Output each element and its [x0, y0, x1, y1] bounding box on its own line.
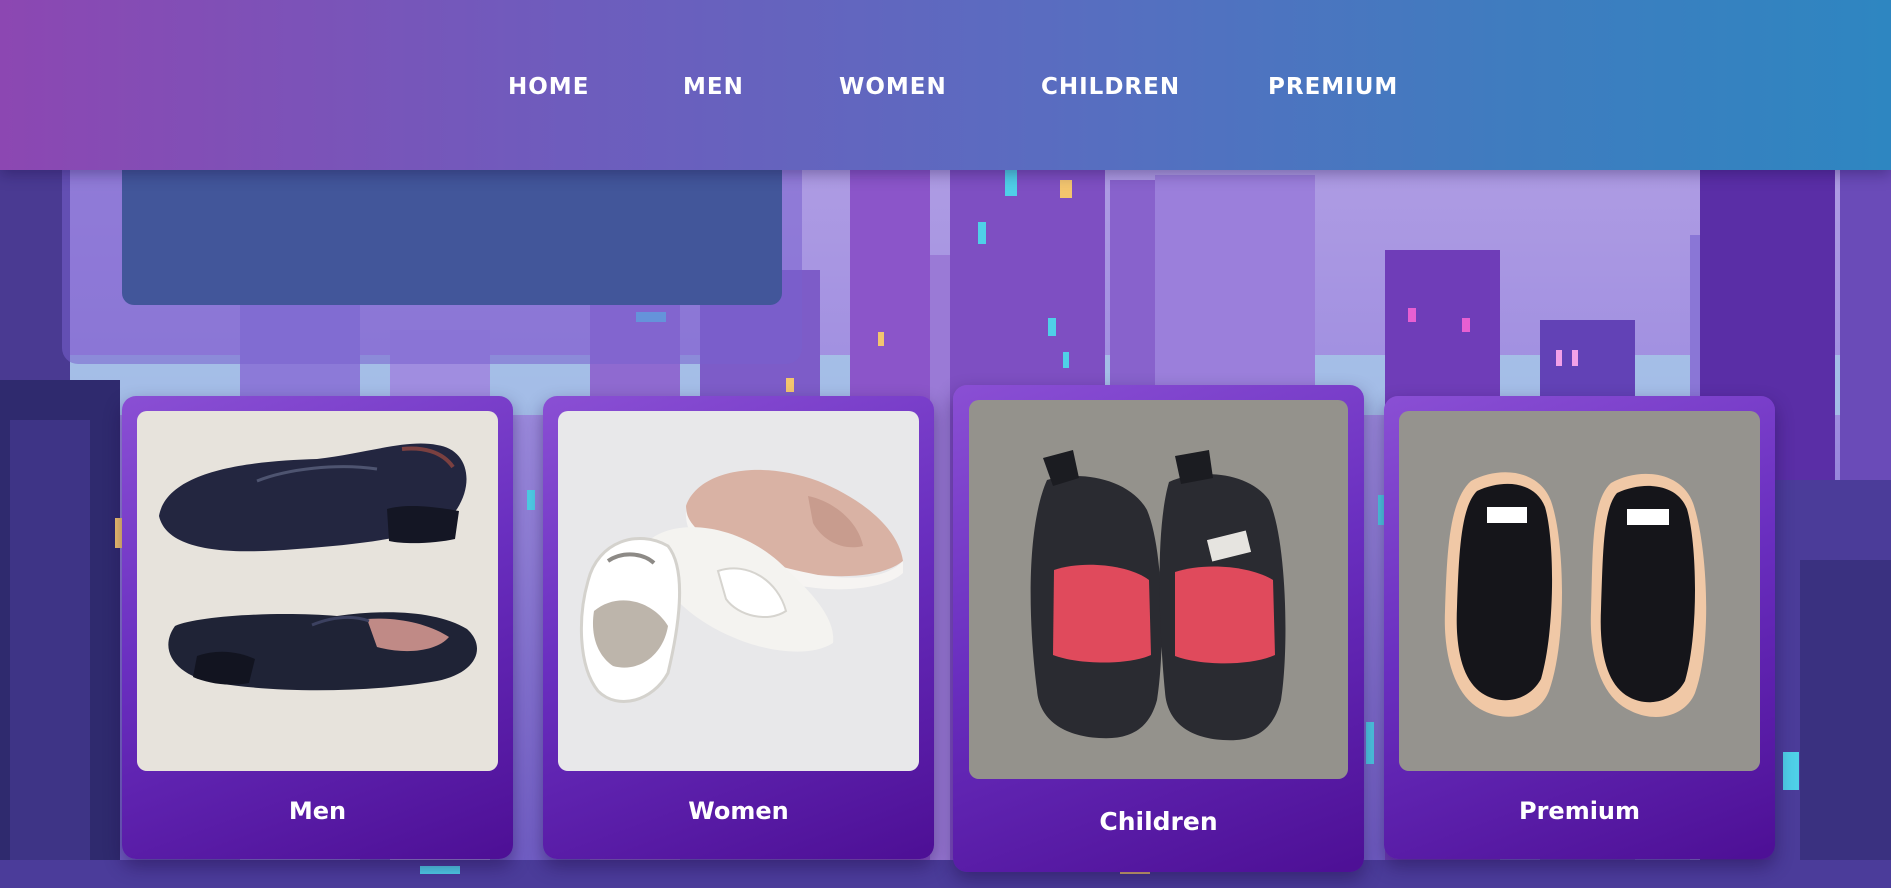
- nav-link-children[interactable]: CHILDREN: [1041, 70, 1180, 104]
- nav-link-men[interactable]: MEN: [683, 70, 744, 104]
- nav-link-premium[interactable]: PREMIUM: [1268, 70, 1398, 104]
- card-title-men: Men: [288, 797, 347, 825]
- category-card-premium[interactable]: Premium: [1384, 396, 1775, 859]
- children-shoes-image: [969, 400, 1348, 779]
- card-title-women: Women: [688, 797, 789, 825]
- card-title-premium: Premium: [1518, 797, 1641, 825]
- men-shoes-image: [137, 411, 498, 771]
- nav-link-women[interactable]: WOMEN: [839, 70, 947, 104]
- top-navbar: HOME MEN WOMEN CHILDREN PREMIUM: [0, 0, 1891, 170]
- category-card-men[interactable]: Men: [122, 396, 513, 859]
- category-card-children[interactable]: Children: [953, 385, 1364, 872]
- nav-menu: HOME MEN WOMEN CHILDREN PREMIUM: [0, 0, 1891, 170]
- category-card-women[interactable]: Women: [543, 396, 934, 859]
- premium-shoes-image: [1399, 411, 1760, 771]
- card-title-children: Children: [1099, 807, 1218, 836]
- women-shoes-image: [558, 411, 919, 771]
- nav-link-home[interactable]: HOME: [508, 70, 589, 104]
- page: HOME MEN WOMEN CHILDREN PREMIUM Men Wome…: [0, 0, 1891, 888]
